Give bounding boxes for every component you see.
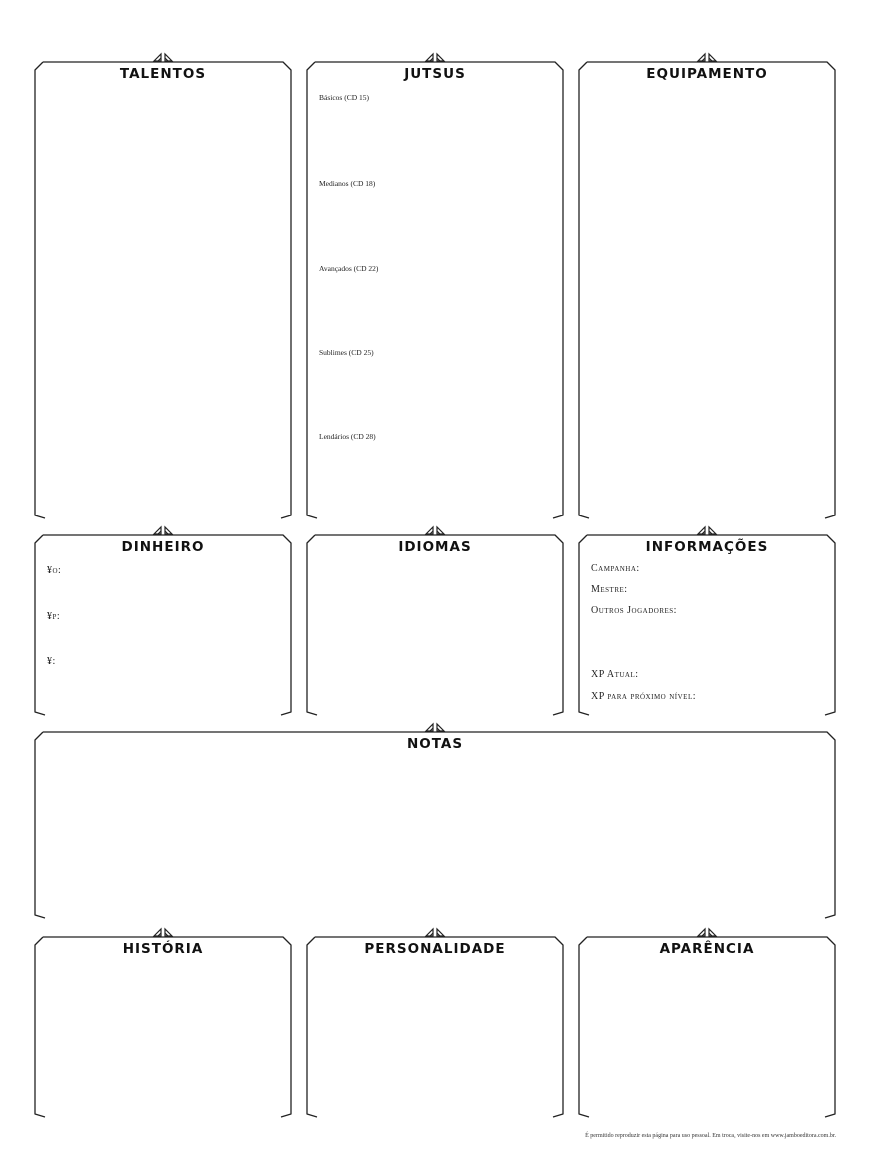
jutsus-title: JUTSUS <box>404 66 466 82</box>
footer-note: É permitido reproduzir esta página para … <box>585 1133 836 1139</box>
dinheiro-box: DINHEIRO ¥o: ¥p: ¥: <box>34 525 292 716</box>
frame-border <box>306 61 564 519</box>
dinheiro-gold: ¥o: <box>47 565 62 576</box>
info-campanha: Campanha: <box>591 563 640 574</box>
ornament-icon <box>424 722 446 732</box>
historia-box: HISTÓRIA <box>34 927 292 1118</box>
jutsus-box: JUTSUS Básicos (CD 15) Medianos (CD 18) … <box>306 52 564 519</box>
frame-border <box>34 731 836 919</box>
idiomas-box: IDIOMAS <box>306 525 564 716</box>
ornament-icon <box>696 525 718 535</box>
ornament-icon <box>424 52 446 62</box>
talentos-box: TALENTOS <box>34 52 292 519</box>
idiomas-title: IDIOMAS <box>398 539 472 555</box>
info-mestre: Mestre: <box>591 584 628 595</box>
jutsus-level-medianos: Medianos (CD 18) <box>319 179 376 188</box>
frame-border <box>306 936 564 1118</box>
talentos-title: TALENTOS <box>119 66 207 82</box>
info-outros-jogadores: Outros Jogadores: <box>591 605 677 616</box>
personalidade-title: PERSONALIDADE <box>364 941 506 957</box>
frame-border <box>306 534 564 716</box>
personalidade-box: PERSONALIDADE <box>306 927 564 1118</box>
ornament-icon <box>152 927 174 937</box>
ornament-icon <box>696 52 718 62</box>
aparencia-title: APARÊNCIA <box>659 941 755 957</box>
jutsus-level-lendarios: Lendários (CD 28) <box>319 432 376 441</box>
equipamento-title: EQUIPAMENTO <box>646 66 768 82</box>
ornament-icon <box>424 525 446 535</box>
jutsus-level-basicos: Básicos (CD 15) <box>319 93 369 102</box>
frame-border <box>34 534 292 716</box>
jutsus-level-sublimes: Sublimes (CD 25) <box>319 348 374 357</box>
frame-border <box>34 936 292 1118</box>
historia-title: HISTÓRIA <box>122 941 204 957</box>
info-xp-atual: XP Atual: <box>591 669 639 680</box>
frame-border <box>578 61 836 519</box>
ornament-icon <box>152 52 174 62</box>
dinheiro-silver: ¥p: <box>47 611 61 622</box>
frame-border <box>578 936 836 1118</box>
ornament-icon <box>696 927 718 937</box>
frame-border <box>34 61 292 519</box>
informacoes-box: INFORMAÇÕES Campanha: Mestre: Outros Jog… <box>578 525 836 716</box>
dinheiro-title: DINHEIRO <box>121 539 205 555</box>
equipamento-box: EQUIPAMENTO <box>578 52 836 519</box>
jutsus-level-avancados: Avançados (CD 22) <box>319 264 379 273</box>
info-xp-proximo: XP para próximo nível: <box>591 691 696 702</box>
notas-box: NOTAS <box>34 722 836 919</box>
ornament-icon <box>424 927 446 937</box>
frame-border <box>578 534 836 716</box>
dinheiro-yen: ¥: <box>47 656 56 667</box>
aparencia-box: APARÊNCIA <box>578 927 836 1118</box>
informacoes-title: INFORMAÇÕES <box>645 539 769 555</box>
notas-title: NOTAS <box>406 736 464 752</box>
ornament-icon <box>152 525 174 535</box>
